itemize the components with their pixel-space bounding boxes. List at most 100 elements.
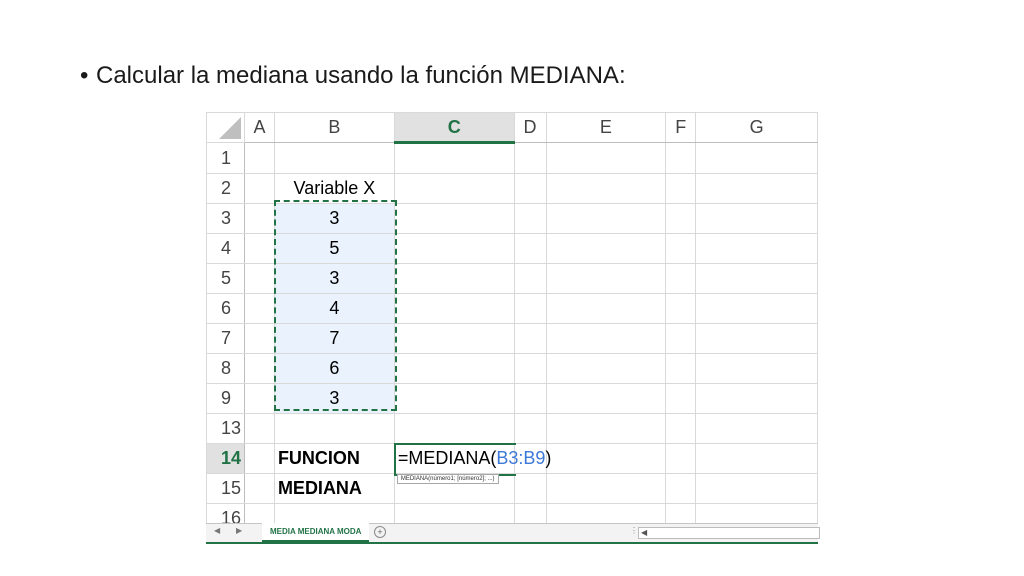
- cell-c8[interactable]: [393, 353, 515, 384]
- col-header-c[interactable]: C: [393, 112, 515, 144]
- cell-b3-value[interactable]: 3: [273, 203, 395, 234]
- cell-g15[interactable]: [695, 473, 818, 504]
- cell-d5[interactable]: [513, 263, 547, 294]
- cell-c3[interactable]: [393, 203, 515, 234]
- function-syntax-tooltip[interactable]: MEDIANA(número1; [número2]; ...): [396, 474, 499, 484]
- cell-c4[interactable]: [393, 233, 515, 264]
- cell-f15[interactable]: [665, 473, 697, 504]
- cell-f5[interactable]: [665, 263, 697, 294]
- cell-b4-value[interactable]: 5: [273, 233, 395, 264]
- cell-e9[interactable]: [545, 383, 667, 414]
- add-sheet-icon[interactable]: +: [374, 526, 386, 538]
- cell-a5[interactable]: [243, 263, 275, 294]
- cell-a13[interactable]: [243, 413, 275, 444]
- cell-f8[interactable]: [665, 353, 697, 384]
- cell-e6[interactable]: [545, 293, 667, 324]
- cell-b5-value[interactable]: 3: [273, 263, 395, 294]
- cell-g9[interactable]: [695, 383, 818, 414]
- cell-b8-value[interactable]: 6: [273, 353, 395, 384]
- cell-g5[interactable]: [695, 263, 818, 294]
- prev-sheet-arrow-icon[interactable]: ◀: [214, 526, 220, 535]
- cell-g14[interactable]: [695, 443, 818, 474]
- cell-e1[interactable]: [545, 142, 667, 174]
- cell-f7[interactable]: [665, 323, 697, 354]
- row-header-14[interactable]: 14: [206, 443, 245, 474]
- col-header-a[interactable]: A: [243, 112, 275, 143]
- row-header-7[interactable]: 7: [206, 323, 245, 354]
- col-header-d[interactable]: D: [513, 112, 547, 143]
- cell-c14-formula-editor[interactable]: =MEDIANA(B3:B9) MEDIANA(número1; [número…: [393, 443, 551, 484]
- col-header-b[interactable]: B: [273, 112, 395, 143]
- cell-g2[interactable]: [695, 173, 818, 204]
- cell-f9[interactable]: [665, 383, 697, 414]
- row-header-13[interactable]: 13: [206, 413, 245, 444]
- cell-e2[interactable]: [545, 173, 667, 204]
- sheet-tab-media-mediana-moda[interactable]: MEDIA MEDIANA MODA: [262, 523, 370, 542]
- cell-b6-value[interactable]: 4: [273, 293, 395, 324]
- cell-e5[interactable]: [545, 263, 667, 294]
- cell-e4[interactable]: [545, 233, 667, 264]
- cell-d9[interactable]: [513, 383, 547, 414]
- cell-d13[interactable]: [513, 413, 547, 444]
- horizontal-scrollbar[interactable]: ◀: [638, 527, 820, 539]
- cell-d4[interactable]: [513, 233, 547, 264]
- row-header-5[interactable]: 5: [206, 263, 245, 294]
- cell-a4[interactable]: [243, 233, 275, 264]
- cell-f13[interactable]: [665, 413, 697, 444]
- row-header-8[interactable]: 8: [206, 353, 245, 384]
- cell-a1[interactable]: [243, 142, 275, 174]
- cell-d1[interactable]: [513, 142, 547, 174]
- cell-e3[interactable]: [545, 203, 667, 234]
- cell-e14[interactable]: [545, 443, 667, 474]
- cell-b9-value[interactable]: 3: [273, 383, 395, 414]
- cell-c7[interactable]: [393, 323, 515, 354]
- cell-a3[interactable]: [243, 203, 275, 234]
- cell-e15[interactable]: [545, 473, 667, 504]
- cell-a14[interactable]: [243, 443, 275, 474]
- cell-g8[interactable]: [695, 353, 818, 384]
- cell-f3[interactable]: [665, 203, 697, 234]
- cell-a9[interactable]: [243, 383, 275, 414]
- cell-a7[interactable]: [243, 323, 275, 354]
- cell-b15-mediana-label[interactable]: MEDIANA: [273, 473, 395, 504]
- cell-f1[interactable]: [665, 142, 697, 174]
- cell-e13[interactable]: [545, 413, 667, 444]
- row-header-6[interactable]: 6: [206, 293, 245, 324]
- cell-b13[interactable]: [273, 413, 395, 444]
- formula-text[interactable]: =MEDIANA(B3:B9): [398, 448, 552, 469]
- cell-b1[interactable]: [273, 142, 395, 174]
- cell-f6[interactable]: [665, 293, 697, 324]
- cell-d3[interactable]: [513, 203, 547, 234]
- cell-e8[interactable]: [545, 353, 667, 384]
- cell-b7-value[interactable]: 7: [273, 323, 395, 354]
- cell-g3[interactable]: [695, 203, 818, 234]
- cell-f2[interactable]: [665, 173, 697, 204]
- cell-d7[interactable]: [513, 323, 547, 354]
- cell-f4[interactable]: [665, 233, 697, 264]
- cell-c9[interactable]: [393, 383, 515, 414]
- cell-c5[interactable]: [393, 263, 515, 294]
- tab-split-handle-icon[interactable]: ⋮: [630, 526, 638, 535]
- col-header-f[interactable]: F: [665, 112, 697, 143]
- select-all-corner[interactable]: [206, 112, 245, 143]
- row-header-9[interactable]: 9: [206, 383, 245, 414]
- cell-g1[interactable]: [695, 142, 818, 174]
- row-header-1[interactable]: 1: [206, 142, 245, 174]
- cell-g13[interactable]: [695, 413, 818, 444]
- cell-a6[interactable]: [243, 293, 275, 324]
- col-header-g[interactable]: G: [695, 112, 818, 143]
- cell-f14[interactable]: [665, 443, 697, 474]
- cell-b14-funcion-label[interactable]: FUNCION: [273, 443, 395, 474]
- cell-d15[interactable]: [513, 473, 547, 504]
- row-header-3[interactable]: 3: [206, 203, 245, 234]
- row-header-2[interactable]: 2: [206, 173, 245, 204]
- cell-c2[interactable]: [393, 173, 515, 204]
- cell-d6[interactable]: [513, 293, 547, 324]
- cell-b2-variable-header[interactable]: Variable X: [273, 173, 395, 204]
- cell-c1[interactable]: [393, 142, 515, 174]
- cell-g7[interactable]: [695, 323, 818, 354]
- cell-a8[interactable]: [243, 353, 275, 384]
- cell-d2[interactable]: [513, 173, 547, 204]
- cell-a15[interactable]: [243, 473, 275, 504]
- cell-c6[interactable]: [393, 293, 515, 324]
